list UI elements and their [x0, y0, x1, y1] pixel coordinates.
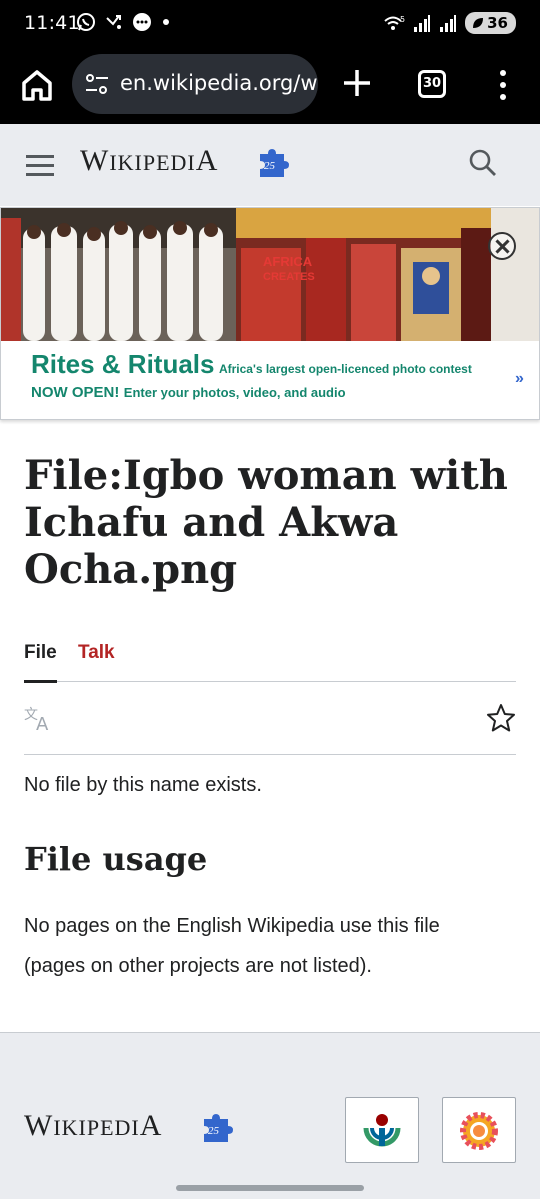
footer-wikipedia-wordmark[interactable]: WIKIPEDIA: [24, 1109, 162, 1143]
footer-wordmark-lead: W: [24, 1109, 54, 1142]
page-title: File:Igbo woman with Ichafu and Akwa Och…: [24, 452, 508, 593]
no-file-message: No file by this name exists.: [24, 774, 262, 796]
watch-star-icon[interactable]: [486, 703, 516, 733]
file-usage-text: No pages on the English Wikipedia use th…: [24, 915, 440, 977]
browser-toolbar: en.wikipedia.org/wi 30: [0, 46, 540, 124]
banner-arrow-icon[interactable]: »: [515, 370, 524, 388]
banner-entry-text: Enter your photos, video, and audio: [123, 385, 346, 400]
battery-level: 36: [487, 14, 508, 32]
whatsapp-icon: [77, 13, 95, 31]
mediawiki-logo-icon: [460, 1112, 498, 1150]
banner-text: Rites & Rituals Africa's largest open-li…: [31, 349, 501, 405]
new-tab-icon[interactable]: [340, 66, 374, 100]
tab-file[interactable]: File: [24, 642, 57, 683]
wikimedia-foundation-badge[interactable]: [345, 1097, 419, 1163]
banner-description: Africa's largest open-licenced photo con…: [218, 362, 472, 376]
svg-text:5: 5: [400, 15, 405, 24]
more-options-icon[interactable]: [494, 68, 512, 102]
search-icon[interactable]: [468, 148, 498, 178]
footer: WIKIPEDIA 25: [0, 1032, 540, 1199]
missed-call-icon: [106, 15, 121, 29]
banner-photo: AFRICA CREATES: [1, 208, 539, 341]
banner-close-icon[interactable]: [488, 232, 516, 260]
gesture-home-indicator[interactable]: [176, 1185, 364, 1191]
tab-switcher-button[interactable]: 30: [418, 70, 446, 98]
wiki-header: WIKIPEDIA 25: [0, 124, 540, 206]
page-actions-toolbar: 文 A: [24, 683, 516, 755]
signal-icon: [440, 15, 457, 32]
footer-wikipedia-25-puzzle-icon: 25: [204, 1114, 233, 1142]
battery-saver-icon: [473, 18, 484, 28]
campaign-banner[interactable]: AFRICA CREATES Rites & Rituals Africa's …: [0, 207, 540, 420]
wordmark-rest: IKIPEDI: [109, 150, 196, 175]
address-bar[interactable]: en.wikipedia.org/wi: [72, 54, 318, 114]
message-icon: [133, 13, 151, 31]
notification-icons: [76, 12, 172, 32]
home-icon[interactable]: [18, 66, 56, 104]
wikimedia-logo-icon: [363, 1114, 401, 1147]
file-usage-heading: File usage: [24, 840, 208, 878]
wikipedia-25-puzzle-icon: 25: [260, 149, 289, 177]
svg-text:AFRICA: AFRICA: [263, 254, 313, 269]
status-time: 11:41: [24, 12, 80, 34]
site-settings-icon[interactable]: [84, 72, 110, 96]
svg-text:25: 25: [208, 1125, 220, 1137]
language-icon[interactable]: 文 A: [24, 705, 56, 731]
svg-text:A: A: [36, 714, 49, 731]
banner-title: Rites & Rituals: [31, 349, 215, 379]
signal-icon: [414, 15, 431, 32]
hamburger-menu-icon[interactable]: [26, 154, 54, 176]
url-text: en.wikipedia.org/wi: [120, 71, 318, 95]
status-bar: 11:41 5 36: [0, 0, 540, 46]
footer-wordmark-rest: IKIPEDI: [53, 1115, 140, 1140]
status-right: 5 36: [383, 12, 516, 34]
page-tabs: File Talk: [24, 642, 516, 683]
mediawiki-badge[interactable]: [442, 1097, 516, 1163]
svg-text:25: 25: [264, 160, 276, 172]
wordmark-tail: A: [195, 144, 219, 177]
banner-now-open: NOW OPEN!: [31, 384, 120, 401]
dot-icon: [163, 19, 169, 25]
wordmark-lead: W: [80, 144, 110, 177]
battery-indicator: 36: [465, 12, 516, 34]
svg-text:CREATES: CREATES: [263, 271, 315, 283]
footer-wordmark-tail: A: [139, 1109, 163, 1142]
tab-talk[interactable]: Talk: [78, 642, 115, 664]
wifi-icon: 5: [384, 15, 405, 30]
wikipedia-wordmark[interactable]: WIKIPEDIA: [80, 144, 218, 178]
